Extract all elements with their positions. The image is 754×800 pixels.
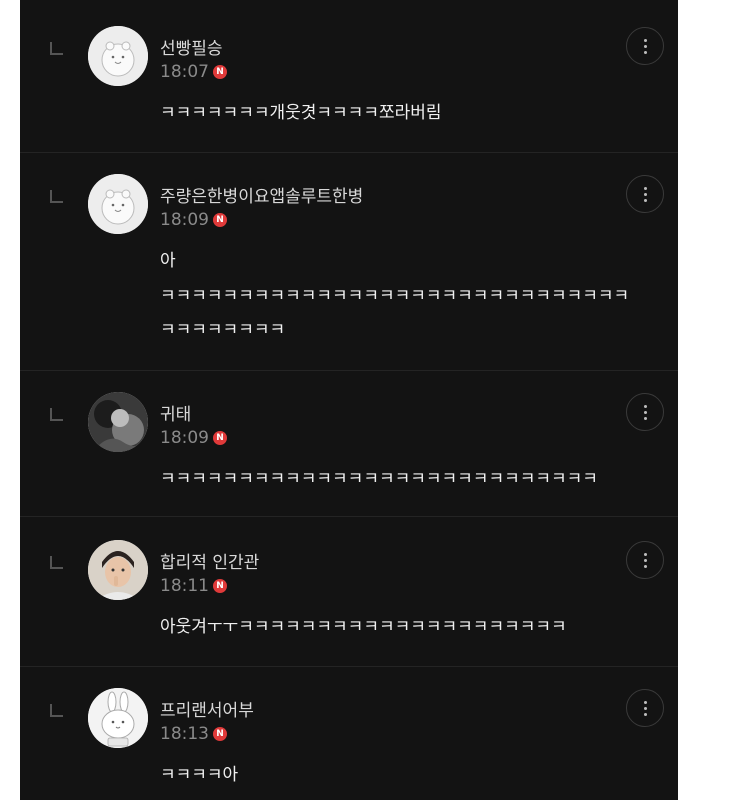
timestamp: 18:11: [160, 576, 209, 596]
divider: [20, 370, 678, 371]
timestamp: 18:09: [160, 210, 209, 230]
avatar[interactable]: [88, 688, 148, 748]
author-name[interactable]: 선빵필승: [160, 34, 223, 59]
timestamp-row: 18:09 N: [160, 210, 227, 230]
hamster-avatar: [88, 26, 148, 86]
more-vertical-icon: [643, 552, 647, 556]
rabbit-avatar: [88, 688, 148, 748]
hamster-avatar: [88, 174, 148, 234]
author-name[interactable]: 합리적 인간관: [160, 548, 259, 573]
new-badge-icon: N: [213, 727, 227, 741]
divider: [20, 666, 678, 667]
comment-text: 아: [160, 251, 176, 271]
author-name[interactable]: 프리랜서어부: [160, 696, 254, 721]
timestamp-row: 18:11 N: [160, 576, 227, 596]
more-options-button[interactable]: [626, 689, 664, 727]
reply-indent-icon: [50, 190, 63, 203]
more-options-button[interactable]: [626, 393, 664, 431]
more-options-button[interactable]: [626, 175, 664, 213]
avatar[interactable]: [88, 392, 148, 452]
new-badge-icon: N: [213, 213, 227, 227]
timestamp: 18:13: [160, 724, 209, 744]
comment-text: ㅋㅋㅋㅋㅋㅋㅋㅋㅋㅋㅋㅋㅋㅋㅋㅋㅋㅋㅋㅋㅋㅋㅋㅋㅋㅋㅋㅋ: [160, 469, 598, 489]
reply-indent-icon: [50, 556, 63, 569]
avatar[interactable]: [88, 26, 148, 86]
reply-indent-icon: [50, 42, 63, 55]
timestamp-row: 18:07 N: [160, 62, 227, 82]
comment-text: ㅋㅋㅋㅋㅋㅋㅋ개웃겻ㅋㅋㅋㅋ쪼라버림: [160, 103, 442, 123]
more-vertical-icon: [643, 38, 647, 42]
divider: [20, 152, 678, 153]
comment-text: 아웃겨ㅜㅜㅋㅋㅋㅋㅋㅋㅋㅋㅋㅋㅋㅋㅋㅋㅋㅋㅋㅋㅋㅋㅋ: [160, 617, 567, 637]
timestamp-row: 18:09 N: [160, 428, 227, 448]
comment-text: ㅋㅋㅋㅋ아: [160, 765, 239, 785]
comment-list: 선빵필승 18:07 N ㅋㅋㅋㅋㅋㅋㅋ개웃겻ㅋㅋㅋㅋ쪼라버림 주량은한병이요앱…: [20, 0, 678, 800]
timestamp: 18:07: [160, 62, 209, 82]
author-name[interactable]: 주량은한병이요앱솔루트한병: [160, 182, 363, 207]
more-options-button[interactable]: [626, 541, 664, 579]
divider: [20, 516, 678, 517]
photo-avatar: [88, 392, 148, 452]
avatar[interactable]: [88, 174, 148, 234]
new-badge-icon: N: [213, 65, 227, 79]
timestamp-row: 18:13 N: [160, 724, 227, 744]
more-vertical-icon: [643, 186, 647, 190]
more-vertical-icon: [643, 404, 647, 408]
comment-text-continued: ㅋㅋㅋㅋㅋㅋㅋㅋㅋㅋㅋㅋㅋㅋㅋㅋㅋㅋㅋㅋㅋㅋㅋㅋㅋㅋㅋㅋㅋㅋㅋㅋㅋㅋㅋㅋㅋㅋ: [160, 286, 630, 340]
more-vertical-icon: [643, 700, 647, 704]
more-options-button[interactable]: [626, 27, 664, 65]
timestamp: 18:09: [160, 428, 209, 448]
new-badge-icon: N: [213, 579, 227, 593]
author-name[interactable]: 귀태: [160, 400, 191, 425]
avatar[interactable]: [88, 540, 148, 600]
reply-indent-icon: [50, 408, 63, 421]
new-badge-icon: N: [213, 431, 227, 445]
child-photo-avatar: [88, 540, 148, 600]
reply-indent-icon: [50, 704, 63, 717]
